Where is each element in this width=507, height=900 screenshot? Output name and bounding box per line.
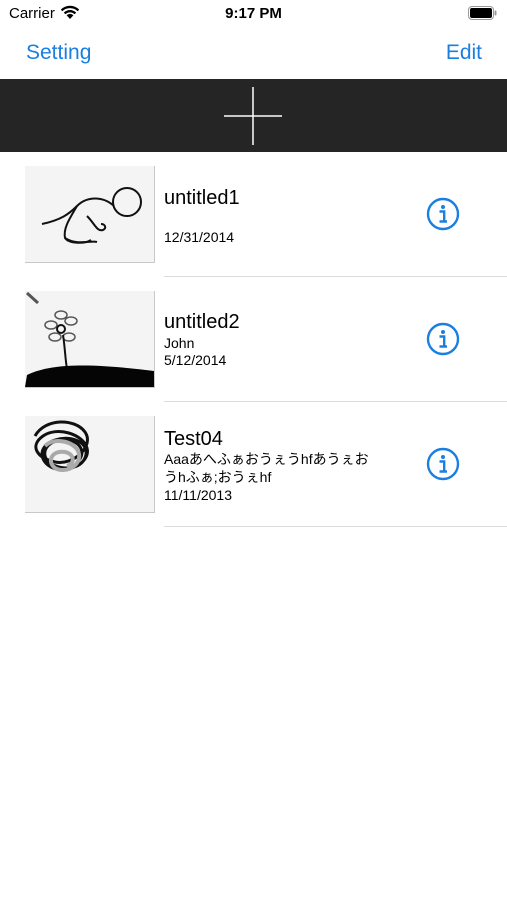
- info-icon: [426, 447, 460, 481]
- document-author: John: [164, 335, 195, 351]
- info-button[interactable]: [426, 447, 460, 481]
- thumbnail-image: [25, 416, 155, 513]
- document-description: うhふぁ;おうぇhf: [164, 469, 272, 485]
- list-item[interactable]: untitled2 John 5/12/2014: [0, 277, 507, 402]
- document-title: Test04: [164, 428, 223, 450]
- edit-button[interactable]: Edit: [446, 41, 482, 65]
- document-date: 5/12/2014: [164, 352, 227, 368]
- document-description: Aaaあへふぁおうぇうhfあうぇお: [164, 451, 369, 467]
- plus-icon: [224, 87, 282, 145]
- list-item[interactable]: untitled1 12/31/2014: [0, 152, 507, 277]
- document-title: untitled1: [164, 187, 240, 209]
- status-bar: Carrier 9:17 PM: [0, 0, 507, 30]
- scribble-sketch: [33, 420, 89, 473]
- add-document-button[interactable]: [222, 85, 284, 147]
- setting-button[interactable]: Setting: [26, 41, 91, 65]
- info-icon: [426, 197, 460, 231]
- thumbnail-image: [25, 166, 155, 263]
- document-date: 11/11/2013: [164, 487, 232, 503]
- info-icon: [426, 322, 460, 356]
- list-item[interactable]: Test04 Aaaあへふぁおうぇうhfあうぇお うhふぁ;おうぇhf 11/1…: [0, 402, 507, 527]
- stick-figure-sketch: [41, 187, 142, 244]
- clock: 9:17 PM: [225, 5, 282, 22]
- battery-icon: [468, 6, 498, 26]
- info-button[interactable]: [426, 322, 460, 356]
- document-title: untitled2: [164, 311, 240, 333]
- row-separator: [164, 526, 507, 527]
- navigation-bar: Setting Edit: [0, 30, 507, 78]
- thumbnail-image: [25, 291, 155, 388]
- document-date: 12/31/2014: [164, 229, 235, 245]
- add-document-toolbar: [0, 79, 507, 152]
- info-button[interactable]: [426, 197, 460, 231]
- flower-sketch: [25, 291, 154, 387]
